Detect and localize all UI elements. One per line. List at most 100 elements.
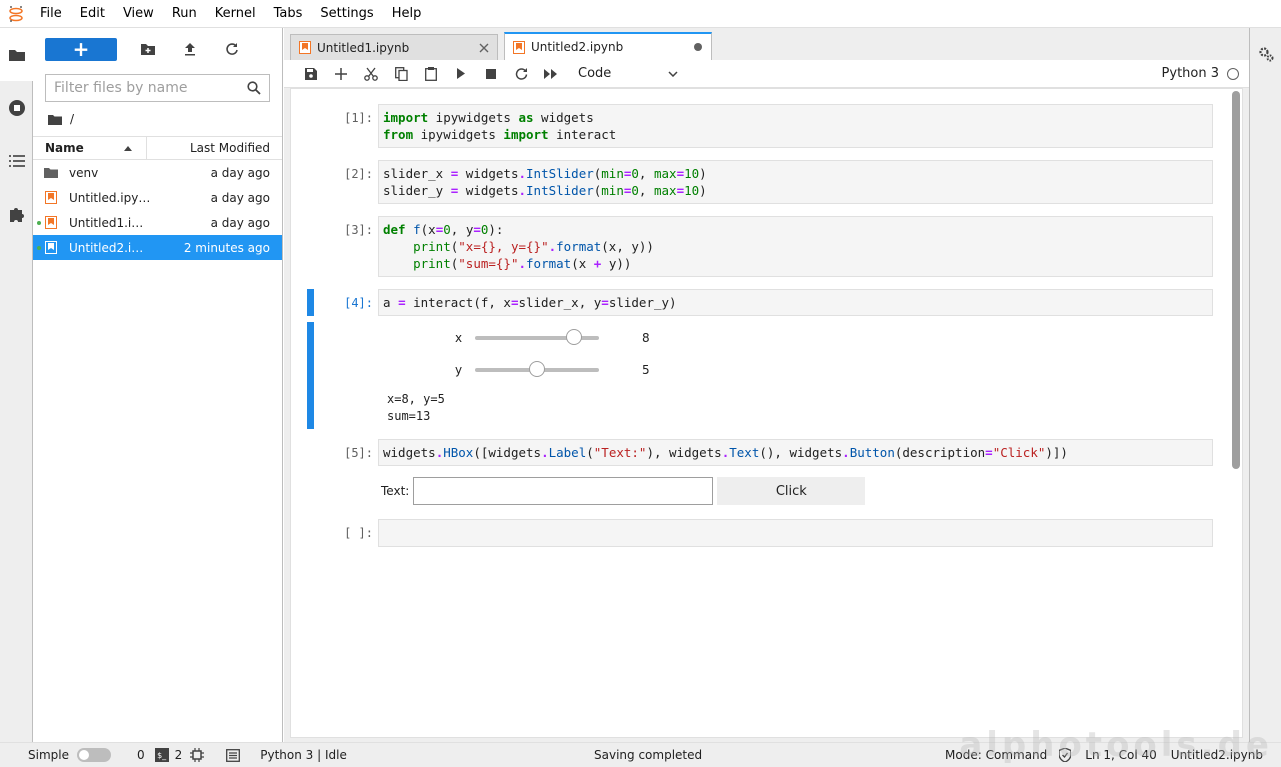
menu-edit[interactable]: Edit — [71, 0, 114, 28]
file-list: venv a day ago Untitled.ipy… a day ago Untit… — [33, 160, 282, 260]
notebook-icon — [33, 191, 69, 204]
folder-icon — [33, 167, 69, 178]
code-cell-input[interactable]: def f(x=0, y=0): print("x={}, y={}".form… — [378, 216, 1213, 277]
file-browser: + / Name Last Modified venva day agoUnti… — [33, 28, 283, 742]
mode-indicator[interactable]: Mode: Command — [945, 748, 1047, 762]
slider-y-track[interactable] — [475, 361, 599, 377]
list-box-icon — [226, 748, 241, 762]
tab-running[interactable] — [0, 81, 33, 134]
tab-extensions[interactable] — [0, 187, 33, 240]
input-collapser[interactable] — [307, 289, 314, 316]
slider-x-handle[interactable] — [566, 329, 582, 345]
file-row[interactable]: venv a day ago — [33, 160, 282, 185]
stdout-output: x=8, y=5 sum=13 — [387, 391, 445, 425]
running-indicator — [37, 221, 41, 225]
menu-help[interactable]: Help — [383, 0, 431, 28]
menu-kernel[interactable]: Kernel — [206, 0, 265, 28]
column-modified-header[interactable]: Last Modified — [147, 137, 282, 159]
simple-mode-switch[interactable]: Simple — [28, 748, 111, 762]
cell-prompt: [5]: — [344, 446, 373, 460]
scrollbar[interactable] — [1232, 91, 1240, 469]
restart-icon — [515, 68, 527, 80]
copy-button[interactable] — [386, 62, 416, 86]
menu-run[interactable]: Run — [163, 0, 206, 28]
menu-settings[interactable]: Settings — [311, 0, 382, 28]
insert-cell-button[interactable] — [326, 62, 356, 86]
new-launcher-button[interactable]: + — [45, 37, 117, 61]
code-cell-input[interactable]: widgets.HBox([widgets.Label("Text:"), wi… — [378, 439, 1213, 466]
code-cell-input[interactable]: import ipywidgets as widgets from ipywid… — [378, 104, 1213, 148]
fast-forward-icon — [544, 68, 557, 79]
plus-icon — [335, 67, 347, 80]
file-name: Untitled2.i… — [69, 240, 144, 255]
menu-view[interactable]: View — [114, 0, 163, 28]
left-sidebar — [0, 28, 33, 742]
terminal-count: 0 — [136, 748, 145, 762]
chevron-down-icon — [668, 70, 678, 77]
upload-button[interactable] — [169, 38, 211, 61]
main-area: Untitled1.ipynb Untitled2.ipynb Code Pyt… — [284, 28, 1249, 742]
cell-prompt: [3]: — [344, 223, 373, 237]
new-folder-icon — [141, 43, 155, 55]
simple-mode-toggle[interactable] — [76, 748, 111, 762]
interrupt-button[interactable] — [476, 62, 506, 86]
cell-type-value: Code — [578, 66, 612, 81]
status-right: Mode: Command Ln 1, Col 40 Untitled2.ipy… — [945, 748, 1263, 762]
code-cell-input[interactable] — [378, 519, 1213, 547]
kernel-name-button[interactable]: Python 3 — [1162, 66, 1239, 81]
file-modified: a day ago — [210, 215, 270, 230]
tab-property-inspector[interactable] — [1250, 28, 1281, 80]
file-row[interactable]: Untitled1.i… a day ago — [33, 210, 282, 235]
refresh-button[interactable] — [211, 38, 253, 61]
notebook-panel: [1]: import ipywidgets as widgets from i… — [290, 88, 1243, 738]
paste-icon — [425, 66, 437, 81]
restart-run-all-button[interactable] — [536, 62, 566, 86]
menu-tabs[interactable]: Tabs — [265, 0, 312, 28]
file-modified: a day ago — [210, 165, 270, 180]
file-row[interactable]: Untitled.ipy… a day ago — [33, 185, 282, 210]
notebook-icon — [513, 40, 525, 54]
code-cell-input[interactable]: slider_x = widgets.IntSlider(min=0, max=… — [378, 160, 1213, 204]
run-button[interactable] — [446, 62, 476, 86]
kernel-idle-icon — [1227, 67, 1239, 80]
click-button[interactable]: Click — [717, 477, 866, 505]
slider-x-value: 8 — [642, 331, 650, 345]
tab-table-of-contents[interactable] — [0, 134, 33, 187]
slider-y-handle[interactable] — [529, 361, 545, 377]
close-icon[interactable] — [479, 43, 489, 53]
jupyter-logo-icon — [0, 0, 32, 28]
file-row[interactable]: Untitled2.i… 2 minutes ago — [33, 235, 282, 260]
cell-prompt: [1]: — [344, 111, 373, 125]
trusted-shield-icon[interactable] — [1059, 748, 1072, 762]
menu-file[interactable]: File — [32, 0, 71, 28]
tab-untitled2[interactable]: Untitled2.ipynb — [504, 32, 712, 60]
tab-untitled1[interactable]: Untitled1.ipynb — [290, 34, 498, 60]
kernel-status[interactable]: Python 3 | Idle — [260, 748, 347, 762]
code-cell-input[interactable]: a = interact(f, x=slider_x, y=slider_y) — [378, 289, 1213, 316]
new-folder-button[interactable] — [127, 38, 169, 61]
file-browser-toolbar: + — [33, 28, 282, 70]
text-widget-input[interactable] — [413, 477, 714, 505]
paste-button[interactable] — [416, 62, 446, 86]
log-console-button[interactable] — [226, 748, 241, 762]
gears-icon — [1258, 47, 1273, 62]
running-terminals[interactable]: 0 $_ 2 — [136, 748, 205, 762]
cut-button[interactable] — [356, 62, 386, 86]
slider-y-widget: y 5 — [455, 361, 650, 377]
unsaved-dot-icon[interactable] — [693, 42, 703, 52]
right-sidebar — [1249, 28, 1281, 742]
cursor-position[interactable]: Ln 1, Col 40 — [1085, 748, 1157, 762]
filter-input[interactable] — [54, 80, 234, 96]
file-modified: 2 minutes ago — [183, 240, 270, 255]
puzzle-icon — [9, 207, 24, 222]
status-bar: Simple 0 $_ 2 Python 3 | Idle Saving com… — [0, 742, 1281, 767]
breadcrumb-root[interactable]: / — [70, 112, 74, 126]
output-collapser[interactable] — [307, 322, 314, 429]
home-folder-icon[interactable] — [48, 114, 62, 125]
restart-button[interactable] — [506, 62, 536, 86]
slider-x-track[interactable] — [475, 329, 599, 345]
cell-type-select[interactable]: Code — [578, 66, 678, 81]
save-button[interactable] — [296, 62, 326, 86]
tab-file-browser[interactable] — [0, 28, 33, 81]
column-name-header[interactable]: Name — [33, 137, 147, 159]
